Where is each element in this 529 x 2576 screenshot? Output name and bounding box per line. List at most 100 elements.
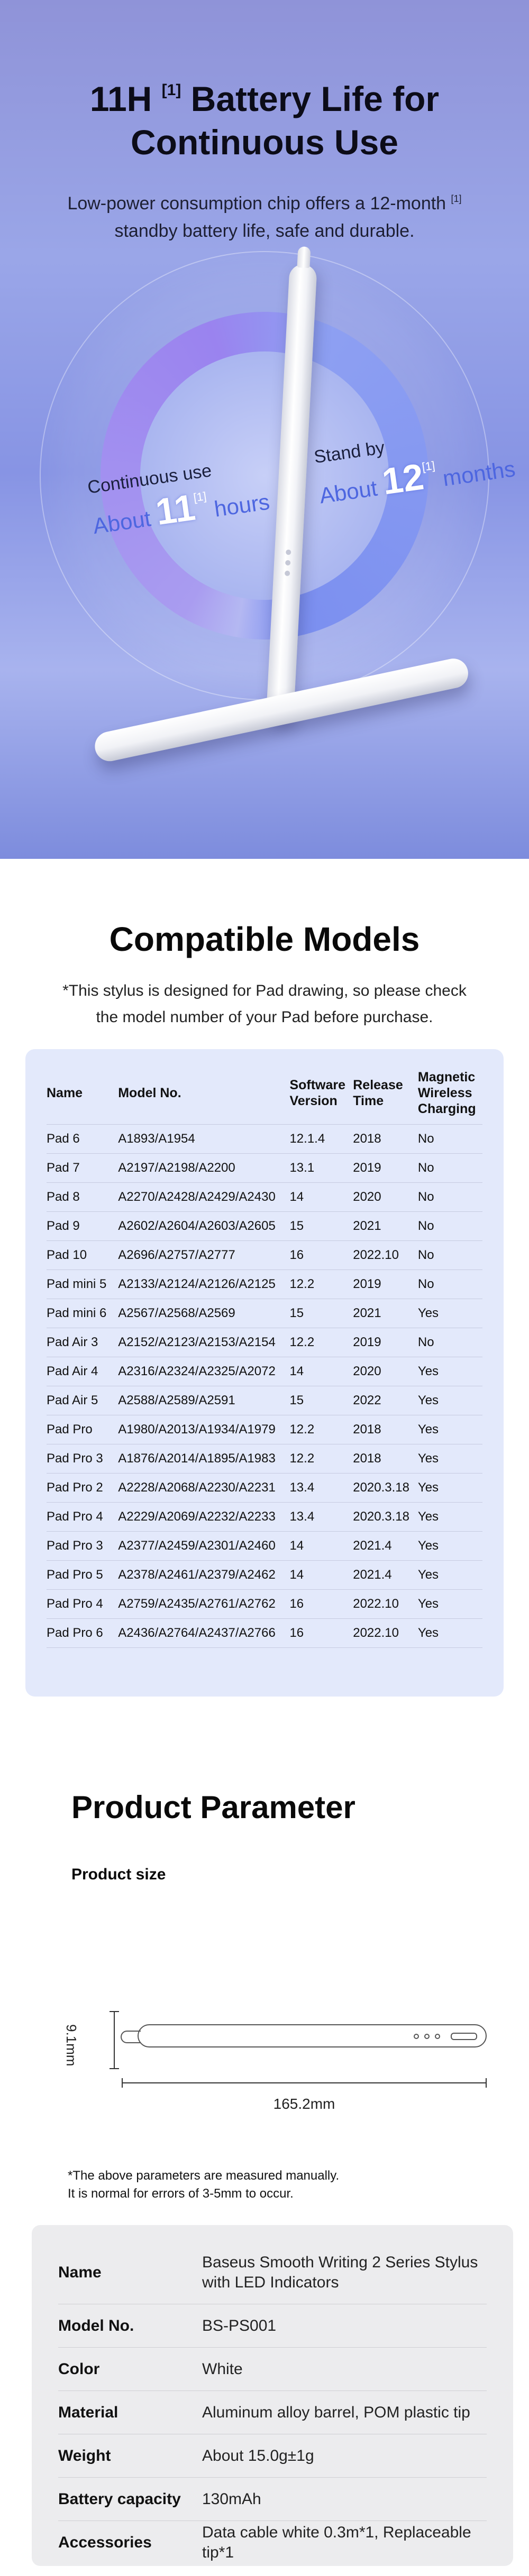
cell-release: 2021.4 [353, 1531, 418, 1561]
cell-magnetic: Yes [417, 1415, 482, 1444]
cell-model: A2197/A2198/A2200 [118, 1153, 290, 1183]
led-indicator-icon [424, 2034, 430, 2039]
spec-row: Material Aluminum alloy barrel, POM plast… [58, 2391, 487, 2434]
cell-software: 13.4 [289, 1473, 353, 1503]
cell-magnetic: Yes [417, 1560, 482, 1590]
cell-model: A1893/A1954 [118, 1124, 290, 1154]
header-magnetic: Magnetic Wireless Charging [417, 1062, 482, 1125]
table-row: Pad Pro A1980/A2013/A1934/A1979 12.2 2018 Ye… [47, 1415, 482, 1444]
cell-release: 2019 [353, 1153, 418, 1183]
stylus-outline-drawing [121, 2024, 487, 2047]
cell-name: Pad Pro 3 [47, 1444, 118, 1474]
cell-magnetic: No [417, 1240, 482, 1270]
cell-release: 2022.10 [353, 1618, 418, 1648]
table-body: Pad 6 A1893/A1954 12.1.4 2018 No Pad 7 A2197/A… [47, 1124, 482, 1648]
cell-software: 14 [289, 1357, 353, 1386]
cell-magnetic: No [417, 1182, 482, 1212]
led-indicator-icon [284, 570, 290, 577]
cell-model: A1980/A2013/A1934/A1979 [118, 1415, 290, 1444]
cell-magnetic: No [417, 1270, 482, 1299]
cell-release: 2020 [353, 1357, 418, 1386]
cell-release: 2021.4 [353, 1560, 418, 1590]
cell-magnetic: Yes [417, 1444, 482, 1474]
cell-release: 2022 [353, 1386, 418, 1415]
compatibility-table-card: Name Model No. Software Version Release … [25, 1049, 504, 1697]
cell-model: A2436/A2764/A2437/A2766 [118, 1618, 290, 1648]
cell-release: 2019 [353, 1328, 418, 1357]
cell-name: Pad Pro 2 [47, 1473, 118, 1503]
cell-magnetic: Yes [417, 1618, 482, 1648]
cell-name: Pad Pro [47, 1415, 118, 1444]
table-row: Pad 10 A2696/A2757/A2777 16 2022.10 No [47, 1240, 482, 1270]
header-name: Name [47, 1062, 118, 1125]
cell-release: 2020 [353, 1182, 418, 1212]
measurement-note: *The above parameters are measured manua… [68, 2169, 340, 2201]
cell-name: Pad Air 4 [47, 1357, 118, 1386]
product-parameter-title: Product Parameter [71, 1790, 355, 1825]
table-row: Pad mini 6 A2567/A2568/A2569 15 2021 Yes [47, 1299, 482, 1328]
cell-name: Pad Pro 4 [47, 1502, 118, 1532]
cell-software: 12.1.4 [289, 1124, 353, 1154]
cell-model: A2152/A2123/A2153/A2154 [118, 1328, 290, 1357]
spec-value: 130mAh [202, 2490, 261, 2508]
led-indicator-icon [285, 560, 291, 566]
cell-software: 14 [289, 1531, 353, 1561]
spec-value: Data cable white 0.3m*1, Replaceable tip… [202, 2524, 471, 2561]
cell-model: A2316/A2324/A2325/A2072 [118, 1357, 290, 1386]
cell-model: A2602/A2604/A2603/A2605 [118, 1211, 290, 1241]
cell-model: A2133/A2124/A2126/A2125 [118, 1270, 290, 1299]
cell-name: Pad 10 [47, 1240, 118, 1270]
cell-model: A2270/A2428/A2429/A2430 [118, 1182, 290, 1212]
footnote-ref: [1] [451, 193, 462, 204]
table-row: Pad 7 A2197/A2198/A2200 13.1 2019 No [47, 1153, 482, 1183]
cell-software: 12.2 [289, 1415, 353, 1444]
table-row: Pad 9 A2602/A2604/A2603/A2605 15 2021 No [47, 1211, 482, 1241]
battery-subtitle: Low-power consumption chip offers a 12-m… [67, 193, 462, 241]
cell-magnetic: Yes [417, 1386, 482, 1415]
cell-magnetic: Yes [417, 1299, 482, 1328]
cell-software: 15 [289, 1299, 353, 1328]
cell-release: 2021 [353, 1211, 418, 1241]
cell-model: A2377/A2459/A2301/A2460 [118, 1531, 290, 1561]
cell-model: A2567/A2568/A2569 [118, 1299, 290, 1328]
cell-release: 2020.3.18 [353, 1473, 418, 1503]
led-indicator-icon [285, 549, 291, 555]
cell-magnetic: Yes [417, 1589, 482, 1619]
brand-plate [451, 2033, 477, 2040]
cell-magnetic: Yes [417, 1357, 482, 1386]
table-row: Pad Pro 4 A2759/A2435/A2761/A2762 16 2022.1… [47, 1589, 482, 1619]
table-row: Pad Pro 5 A2378/A2461/A2379/A2462 14 2021.4… [47, 1560, 482, 1590]
cell-magnetic: Yes [417, 1473, 482, 1503]
cell-magnetic: No [417, 1124, 482, 1154]
cell-name: Pad Pro 5 [47, 1560, 118, 1590]
cell-release: 2019 [353, 1270, 418, 1299]
cell-release: 2018 [353, 1124, 418, 1154]
cell-software: 15 [289, 1386, 353, 1415]
cell-name: Pad Air 3 [47, 1328, 118, 1357]
cell-magnetic: No [417, 1328, 482, 1357]
spec-row: Color White [58, 2348, 487, 2391]
cell-name: Pad 7 [47, 1153, 118, 1183]
spec-key: Weight [58, 2447, 111, 2464]
spec-row: Accessories Data cable white 0.3m*1, Repl… [58, 2521, 487, 2564]
header-model: Model No. [118, 1062, 290, 1125]
spec-value: Baseus Smooth Writing 2 Series Stylus wi… [202, 2253, 478, 2291]
spec-value: White [202, 2360, 243, 2378]
cell-software: 12.2 [289, 1444, 353, 1474]
cell-software: 14 [289, 1560, 353, 1590]
cell-software: 16 [289, 1240, 353, 1270]
header-release: Release Time [353, 1062, 418, 1125]
table-row: Pad Air 3 A2152/A2123/A2153/A2154 12.2 2019… [47, 1328, 482, 1357]
cell-model: A1876/A2014/A1895/A1983 [118, 1444, 290, 1474]
spec-key: Model No. [58, 2316, 134, 2334]
cell-software: 16 [289, 1589, 353, 1619]
cell-name: Pad 6 [47, 1124, 118, 1154]
cell-name: Pad Air 5 [47, 1386, 118, 1415]
table-row: Pad Pro 6 A2436/A2764/A2437/A2766 16 2022.1… [47, 1618, 482, 1648]
spec-key: Battery capacity [58, 2490, 181, 2508]
table-header-row: Name Model No. Software Version Release … [47, 1062, 482, 1125]
spec-value: Aluminum alloy barrel, POM plastic tip [202, 2403, 470, 2421]
cell-software: 14 [289, 1182, 353, 1212]
spec-row: Name Baseus Smooth Writing 2 Series Stylu… [58, 2241, 487, 2304]
table-row: Pad Air 4 A2316/A2324/A2325/A2072 14 2020 Ye… [47, 1357, 482, 1386]
